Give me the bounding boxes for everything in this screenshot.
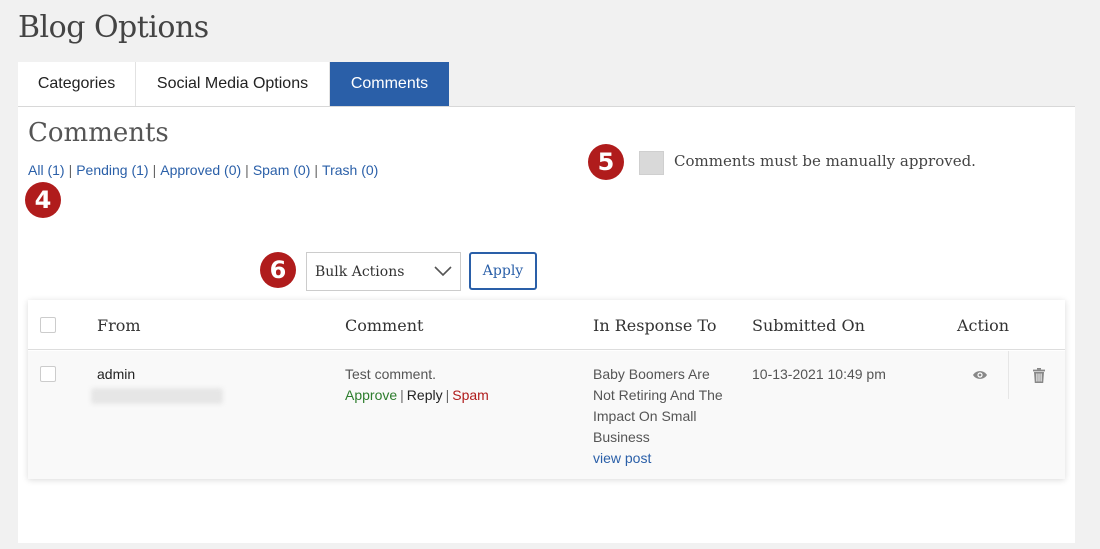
spam-link[interactable]: Spam <box>452 387 489 403</box>
select-all-checkbox[interactable] <box>40 317 56 333</box>
callout-badge-4: 4 <box>25 182 61 218</box>
apply-button[interactable]: Apply <box>469 252 537 290</box>
comments-panel: Comments All (1) | Pending (1) | Approved (0… <box>18 106 1075 543</box>
filter-spam-link[interactable]: Spam (0) <box>253 162 311 178</box>
manual-approval-label: Comments must be manually approved. <box>674 152 976 170</box>
column-header-from: From <box>97 316 141 335</box>
response-post-title: Baby Boomers Are Not Retiring And The Im… <box>593 366 723 445</box>
column-header-comment: Comment <box>345 316 424 335</box>
chevron-down-icon <box>434 266 452 277</box>
column-header-response: In Response To <box>593 316 717 335</box>
action-separator: | <box>445 387 450 403</box>
approve-link[interactable]: Approve <box>345 387 397 403</box>
comment-text: Test comment. <box>345 366 437 382</box>
callout-badge-6: 6 <box>260 252 296 288</box>
filter-separator: | <box>152 162 157 178</box>
page-title: Blog Options <box>18 10 209 45</box>
view-comment-button[interactable] <box>951 351 1009 399</box>
tab-bar: Categories Social Media Options Comments <box>18 62 449 106</box>
tab-social-media-options[interactable]: Social Media Options <box>136 62 330 106</box>
filter-separator: | <box>314 162 319 178</box>
column-header-submitted: Submitted On <box>752 316 865 335</box>
filter-pending-link[interactable]: Pending (1) <box>76 162 148 178</box>
filter-separator: | <box>245 162 249 178</box>
manual-approval-checkbox[interactable] <box>639 151 664 175</box>
section-title: Comments <box>28 118 169 148</box>
tab-categories[interactable]: Categories <box>18 62 136 106</box>
filter-approved-link[interactable]: Approved (0) <box>160 162 241 178</box>
submitted-date: 10-13-2021 10:49 pm <box>752 366 886 382</box>
bulk-actions-value: Bulk Actions <box>315 263 405 280</box>
response-cell: Baby Boomers Are Not Retiring And The Im… <box>593 364 733 469</box>
reply-link[interactable]: Reply <box>407 387 443 403</box>
comment-author: admin <box>97 366 136 382</box>
filter-separator: | <box>68 162 73 178</box>
row-checkbox[interactable] <box>40 366 56 382</box>
column-header-action: Action <box>957 316 1009 335</box>
table-header: From Comment In Response To Submitted On… <box>28 300 1065 350</box>
filter-all-link[interactable]: All (1) <box>28 162 65 178</box>
filter-trash-link[interactable]: Trash (0) <box>322 162 378 178</box>
delete-comment-button[interactable] <box>1010 351 1068 399</box>
comments-table: From Comment In Response To Submitted On… <box>28 300 1065 479</box>
view-post-link[interactable]: view post <box>593 448 733 469</box>
trash-icon <box>1033 367 1045 383</box>
tab-comments[interactable]: Comments <box>330 62 449 106</box>
table-row: admin Test comment. Approve | Reply | Spam B… <box>28 351 1065 479</box>
author-email-redacted <box>91 388 223 404</box>
comment-row-actions: Approve | Reply | Spam <box>345 385 489 406</box>
comment-filters: All (1) | Pending (1) | Approved (0) | Spam (0… <box>28 162 378 178</box>
eye-icon <box>972 371 987 379</box>
action-separator: | <box>400 387 404 403</box>
callout-badge-5: 5 <box>588 144 624 180</box>
bulk-actions-select[interactable]: Bulk Actions <box>306 252 461 291</box>
